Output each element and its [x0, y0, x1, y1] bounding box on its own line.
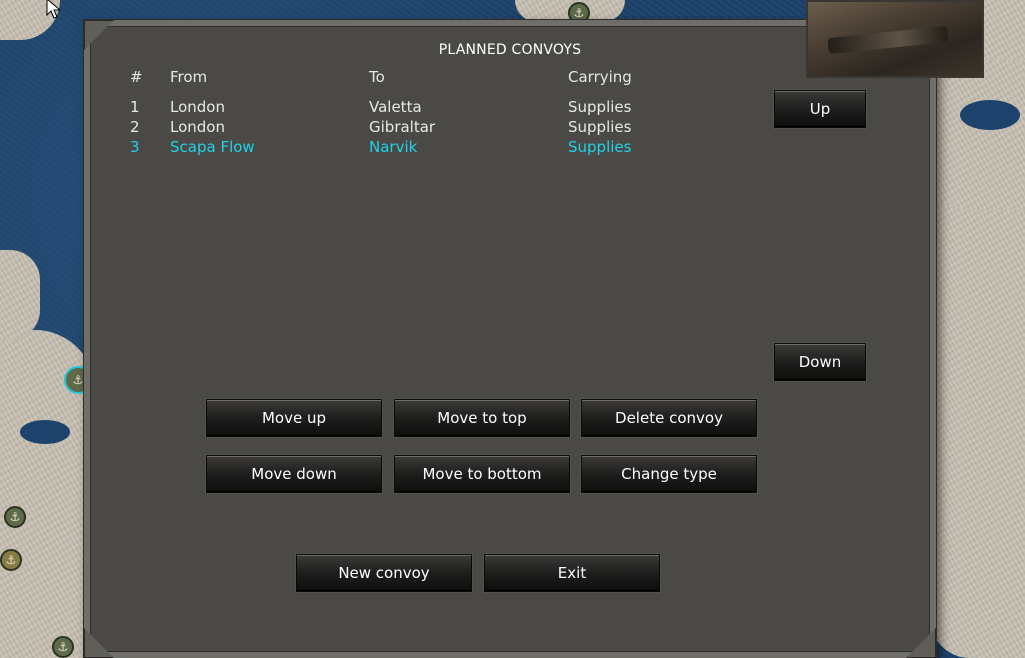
convoy-carrying: Supplies [568, 118, 632, 136]
convoy-to: Gibraltar [369, 118, 436, 136]
frame-corner [906, 628, 936, 658]
convoy-from: London [170, 98, 225, 116]
move-to-bottom-button[interactable]: Move to bottom [394, 455, 570, 493]
convoy-carrying: Supplies [568, 138, 632, 156]
up-button[interactable]: Up [774, 90, 866, 128]
move-down-button[interactable]: Move down [206, 455, 382, 493]
mouse-cursor-icon [46, 0, 62, 19]
convoy-from: London [170, 118, 225, 136]
convoy-row[interactable]: 1 London Valetta Supplies [90, 98, 790, 118]
convoy-from: Scapa Flow [170, 138, 255, 156]
column-header-from: From [170, 68, 208, 86]
move-to-top-button[interactable]: Move to top [394, 399, 570, 437]
port-anchor-icon[interactable]: ⚓ [4, 506, 26, 528]
convoy-row[interactable]: 2 London Gibraltar Supplies [90, 118, 790, 138]
convoy-to: Narvik [369, 138, 418, 156]
move-up-button[interactable]: Move up [206, 399, 382, 437]
convoy-number: 2 [130, 118, 140, 136]
convoy-number: 3 [130, 138, 140, 156]
new-convoy-button[interactable]: New convoy [296, 554, 472, 592]
exit-button[interactable]: Exit [484, 554, 660, 592]
planned-convoys-dialog: PLANNED CONVOYS # From To Carrying 1 Lon… [84, 20, 936, 658]
convoy-carrying: Supplies [568, 98, 632, 116]
port-anchor-icon[interactable]: ⚓ [0, 549, 22, 571]
convoy-to: Valetta [369, 98, 422, 116]
down-button[interactable]: Down [774, 343, 866, 381]
column-header-to: To [369, 68, 385, 86]
landmass [0, 250, 40, 340]
convoy-row-selected[interactable]: 3 Scapa Flow Narvik Supplies [90, 138, 790, 158]
convoy-number: 1 [130, 98, 140, 116]
frame-corner [84, 628, 114, 658]
column-header-carrying: Carrying [568, 68, 632, 86]
port-anchor-icon[interactable]: ⚓ [52, 636, 74, 658]
dialog-title: PLANNED CONVOYS [438, 42, 582, 58]
sea-inlet [960, 100, 1020, 130]
delete-convoy-button[interactable]: Delete convoy [581, 399, 757, 437]
sea-inlet [20, 420, 70, 444]
change-type-button[interactable]: Change type [581, 455, 757, 493]
ship-portrait-image [806, 0, 984, 78]
column-header-number: # [130, 68, 143, 86]
